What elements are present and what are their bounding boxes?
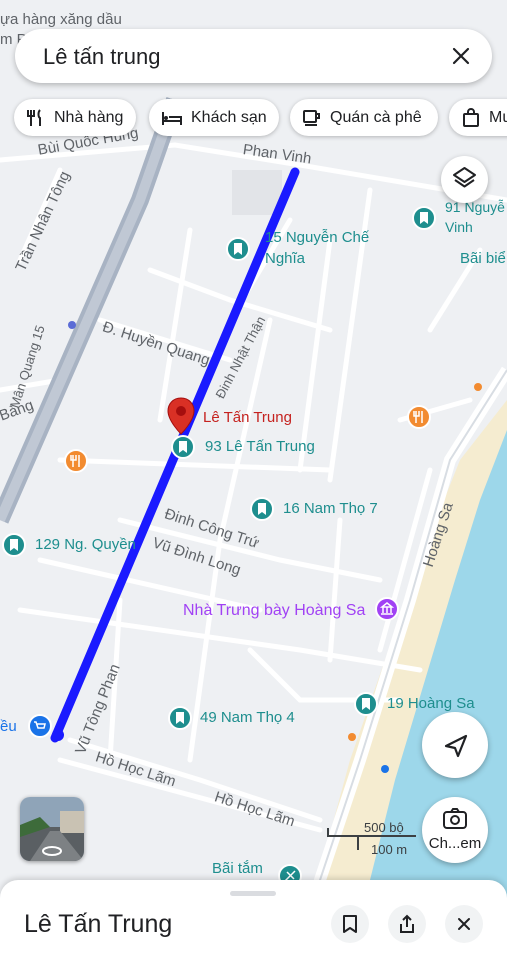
share-button[interactable] [388, 905, 426, 943]
my-location-button[interactable] [422, 712, 488, 778]
fork-knife-icon [27, 108, 41, 126]
bookmark-poi-icon[interactable] [250, 497, 274, 521]
place-bai-tam: Bãi tắm [212, 860, 263, 877]
shopping-cart-poi-icon[interactable] [28, 714, 52, 738]
chip-hotels[interactable]: Khách sạn [149, 99, 279, 136]
bookmark-poi-icon[interactable] [226, 237, 250, 261]
place-129-ng-quyen: 129 Ng. Quyền [35, 536, 136, 553]
place-16-nam-tho: 16 Nam Thọ 7 [283, 500, 378, 517]
lens-button[interactable]: Ch...em [422, 797, 488, 863]
share-icon [400, 914, 414, 933]
shopping-bag-icon [463, 107, 479, 127]
place-49-nam-tho: 49 Nam Thọ 4 [200, 709, 295, 726]
camera-search-icon [443, 808, 467, 829]
chip-cafes[interactable]: Quán cà phê [290, 99, 438, 136]
status-bar [0, 0, 507, 12]
restaurant-poi-icon[interactable] [64, 449, 88, 473]
place-nguyen-che-nghia-1: 15 Nguyễn Chế [265, 229, 370, 246]
chip-label: Quán cà phê [330, 108, 422, 126]
chip-label: Mu [489, 108, 507, 126]
place-nha-trung-bay: Nhà Trưng bày Hoàng Sa [183, 602, 366, 619]
street-view-thumbnail[interactable] [20, 797, 84, 861]
bookmark-poi-icon[interactable] [171, 435, 195, 459]
bottom-sheet[interactable]: Lê Tấn Trung [0, 880, 507, 960]
close-icon [458, 918, 470, 930]
place-bai-bien: Bãi biể [460, 250, 506, 267]
lens-label: Ch...em [428, 835, 482, 852]
layers-icon [453, 167, 476, 188]
location-pin-icon[interactable] [165, 396, 197, 436]
place-93-le-tan-trung: 93 Lê Tấn Trung [205, 438, 315, 455]
bed-icon [162, 111, 182, 125]
restaurant-poi-icon[interactable] [407, 405, 431, 429]
place-le-tan-trung: Lê Tấn Trung [203, 409, 292, 426]
sheet-drag-handle[interactable] [230, 891, 276, 896]
chip-shopping[interactable]: Mu [449, 99, 507, 136]
navigate-icon [444, 734, 468, 758]
coffee-cup-icon [303, 109, 320, 126]
search-query[interactable]: Lê tấn trung [43, 44, 160, 70]
bookmark-poi-icon[interactable] [2, 533, 26, 557]
place-title: Lê Tấn Trung [24, 910, 173, 938]
place-eu: ều [0, 718, 17, 735]
bookmark-poi-icon[interactable] [168, 706, 192, 730]
chip-label: Khách sạn [191, 108, 267, 126]
close-icon[interactable] [446, 41, 476, 71]
scale-label-top: 500 bộ [364, 820, 404, 835]
museum-poi-icon[interactable] [375, 597, 399, 621]
save-button[interactable] [331, 905, 369, 943]
bookmark-icon [343, 915, 357, 933]
bookmark-poi-icon[interactable] [412, 206, 436, 230]
close-sheet-button[interactable] [445, 905, 483, 943]
chip-restaurants[interactable]: Nhà hàng [14, 99, 136, 136]
place-19-hoang-sa: 19 Hoàng Sa [387, 695, 475, 712]
bookmark-poi-icon[interactable] [354, 692, 378, 716]
chip-label: Nhà hàng [54, 108, 124, 126]
place-nguyen-vinh-2: Vinh [445, 219, 473, 235]
place-nguyen-che-nghia-2: Nghĩa [265, 250, 306, 267]
search-bar[interactable]: Lê tấn trung [15, 29, 492, 83]
map-scale: 500 bộ 100 m [326, 820, 416, 860]
layers-button[interactable] [441, 156, 488, 203]
map-label-top: ựa hàng xăng dầu [0, 11, 122, 28]
rotate-360-icon [42, 846, 62, 856]
scale-label-bottom: 100 m [371, 842, 408, 857]
